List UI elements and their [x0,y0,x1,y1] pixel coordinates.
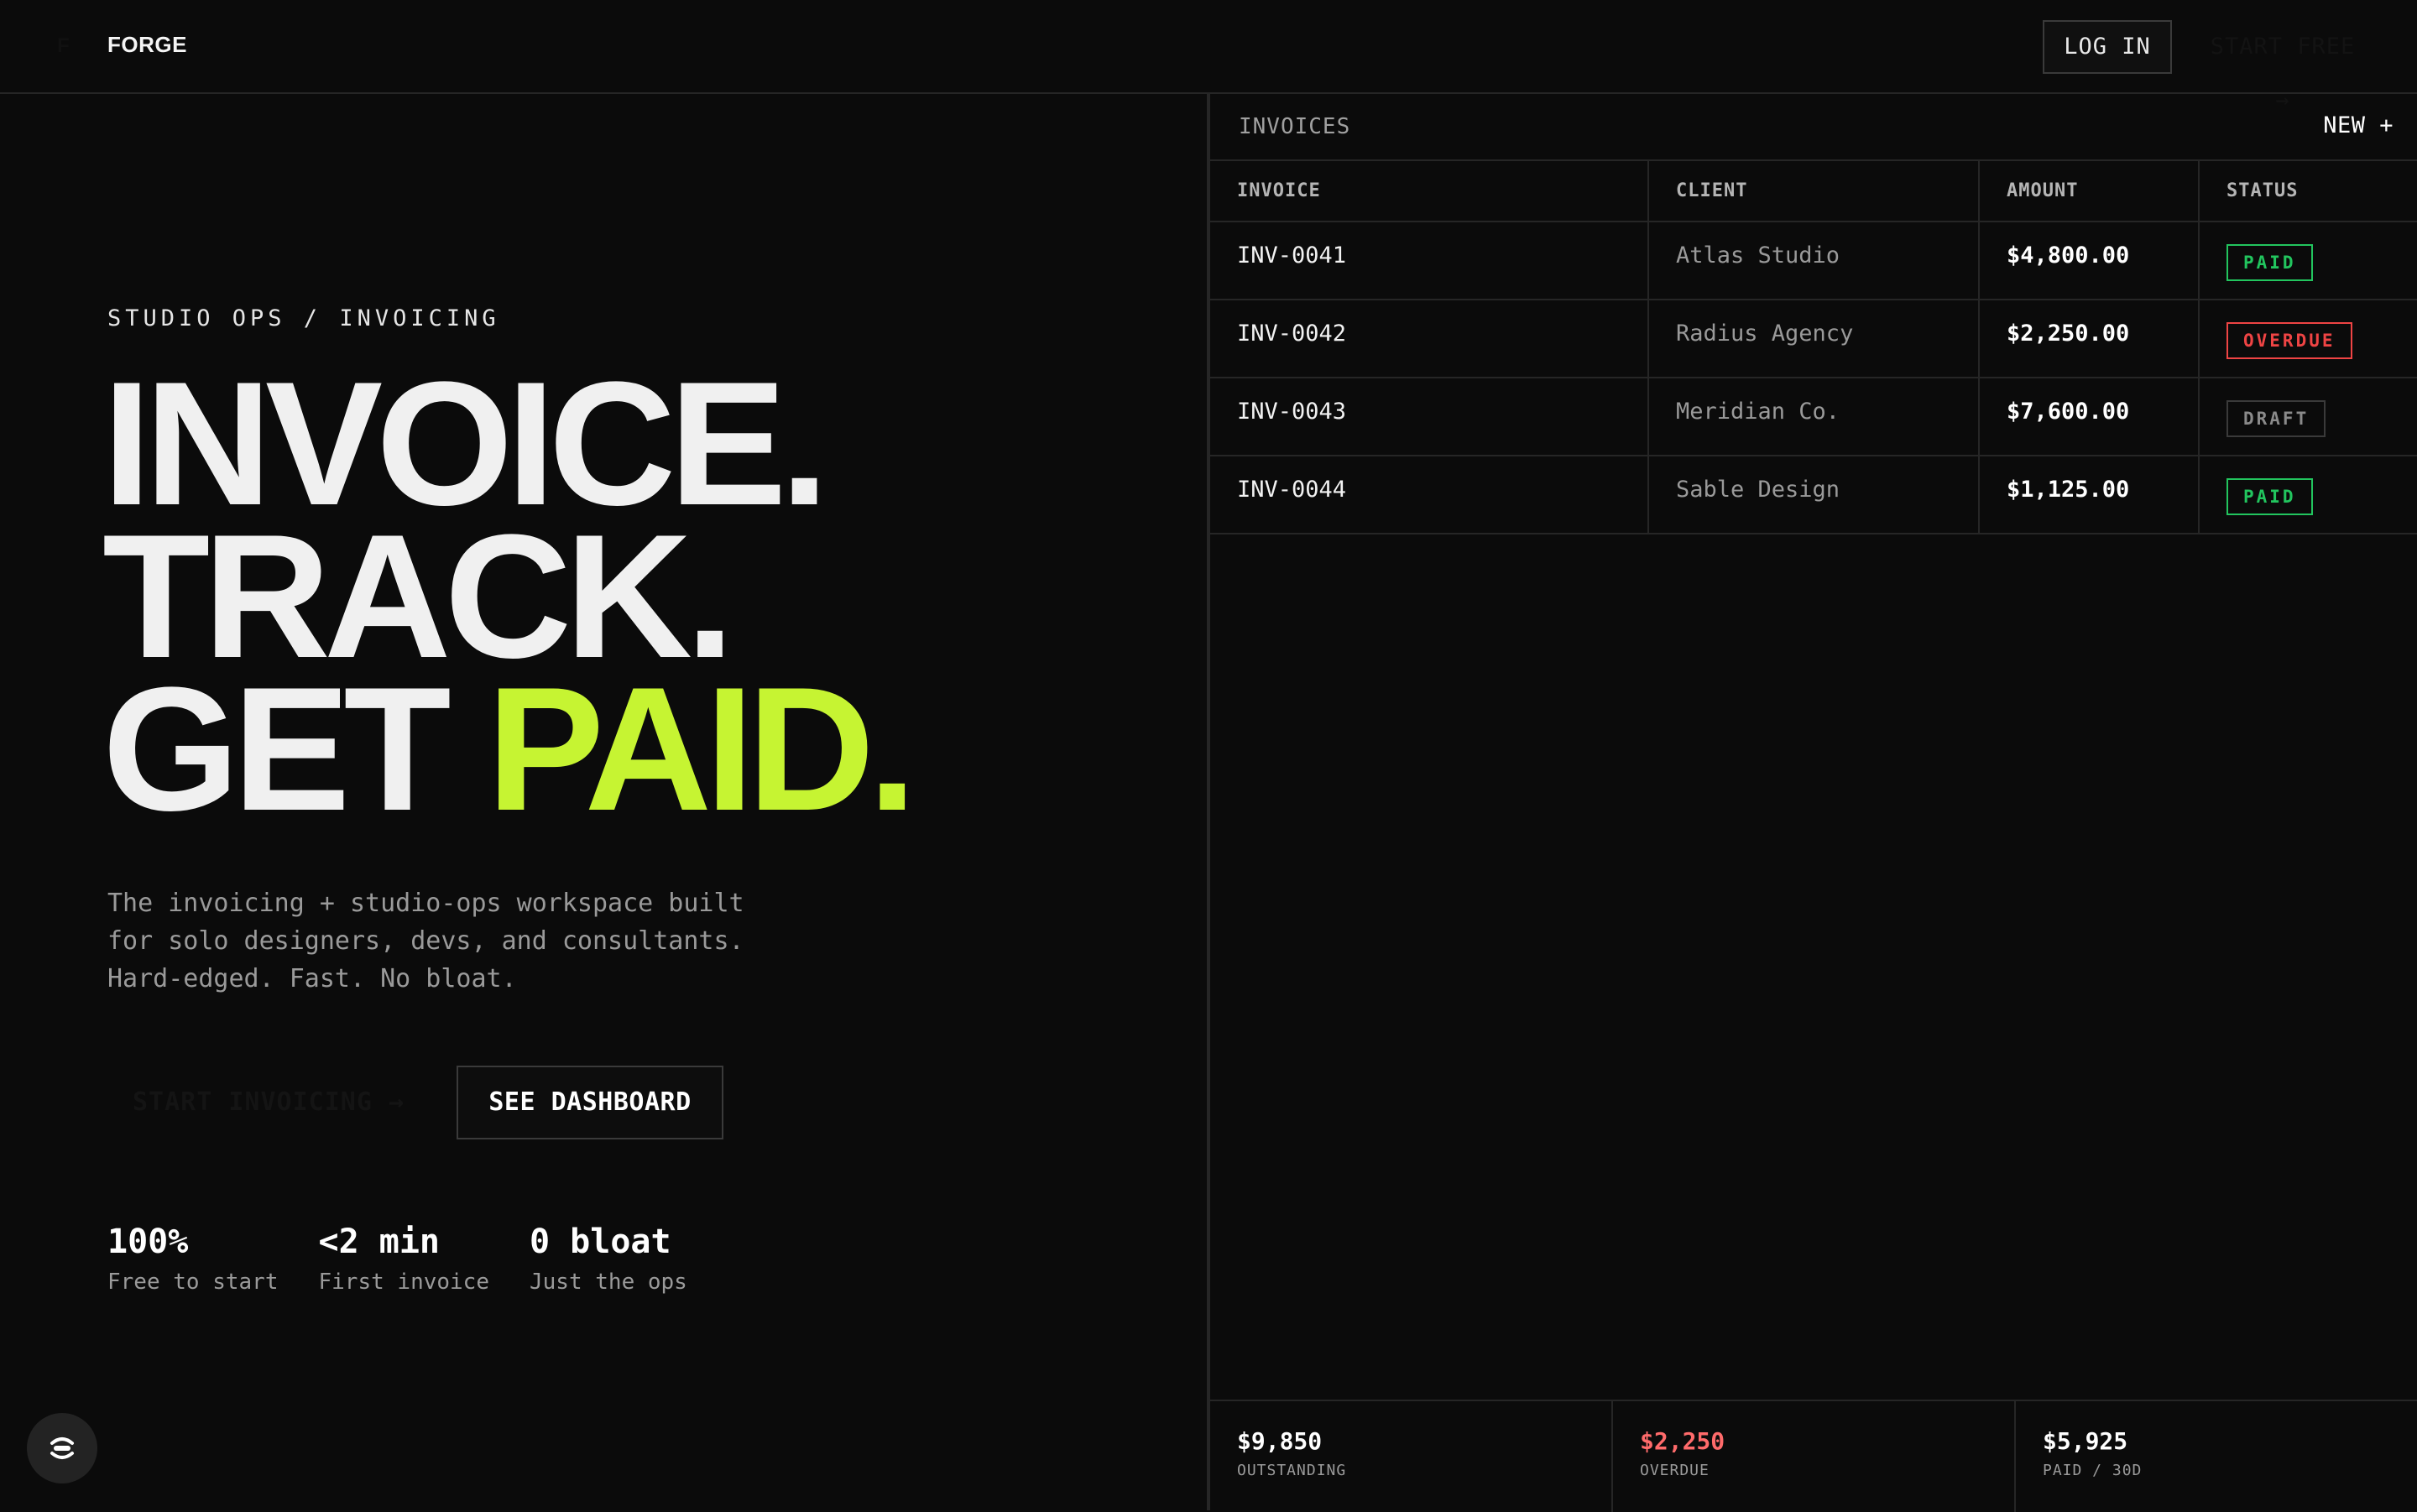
cell-invoice: INV-0042 [1210,300,1649,378]
stat-item: 100% Free to start [107,1222,279,1296]
summary-value: $2,250 [1640,1427,1725,1455]
login-button[interactable]: LOG IN [2043,20,2172,74]
stat-label: Free to start [107,1270,279,1295]
headline-accent: PAID. [487,650,916,847]
cell-invoice: INV-0043 [1210,378,1649,456]
cell-invoice: INV-0041 [1210,222,1649,300]
headline-line-3: GET PAID. [102,661,1109,837]
cell-amount: $1,125.00 [1979,456,2200,534]
hero-stats: 100% Free to start <2 min First invoice … [107,1222,728,1296]
stat-label: Just the ops [530,1270,687,1295]
cell-amount: $7,600.00 [1979,378,2200,456]
assistant-fab-button[interactable] [27,1413,97,1483]
cell-client: Atlas Studio [1648,222,1980,300]
stat-value: 100% [107,1223,189,1261]
forge-assistant-icon [50,1437,74,1459]
panel-header: INVOICES NEW + [1210,94,2417,161]
start-invoicing-button[interactable]: START INVOICING → [107,1066,430,1139]
summary-value: $5,925 [2043,1427,2128,1455]
site-header: F FORGE LOG IN START FREE → [0,0,2417,113]
table-row[interactable]: INV-0044 Sable Design $1,125.00 PAID [1210,456,2417,534]
cell-status: PAID [2199,222,2417,300]
logo-text[interactable]: FORGE [107,32,187,58]
logo-mark[interactable]: F [57,34,76,59]
table-header-row: INVOICE CLIENT AMOUNT STATUS [1210,161,2417,222]
summary-outstanding: $9,850 OUTSTANDING [1210,1401,1613,1512]
status-badge: DRAFT [2226,400,2326,437]
cell-amount: $2,250.00 [1979,300,2200,378]
cell-client: Meridian Co. [1648,378,1980,456]
cell-status: OVERDUE [2199,300,2417,378]
cell-client: Sable Design [1648,456,1980,534]
status-badge: OVERDUE [2226,322,2352,359]
hero-eyebrow: STUDIO OPS / INVOICING [107,305,500,331]
cell-status: DRAFT [2199,378,2417,456]
hero-subcopy: The invoicing + studio-ops workspace bui… [107,889,744,993]
column-header-status[interactable]: STATUS [2199,161,2417,222]
summary-label: PAID / 30D [2043,1462,2143,1479]
status-badge: PAID [2226,244,2313,281]
summary-value: $9,850 [1237,1427,1323,1455]
cell-client: Radius Agency [1648,300,1980,378]
cell-amount: $4,800.00 [1979,222,2200,300]
summary-paid-30d: $5,925 PAID / 30D [2016,1401,2417,1512]
stat-item: <2 min First invoice [319,1222,490,1296]
table-row[interactable]: INV-0041 Atlas Studio $4,800.00 PAID [1210,222,2417,300]
see-dashboard-button[interactable]: SEE DASHBOARD [457,1066,723,1139]
table-row[interactable]: INV-0042 Radius Agency $2,250.00 OVERDUE [1210,300,2417,378]
invoices-table: INVOICE CLIENT AMOUNT STATUS INV-0041 At… [1210,161,2417,534]
invoices-panel: INVOICES NEW + INVOICE CLIENT AMOUNT STA… [1207,94,2417,1512]
invoice-summary: $9,850 OUTSTANDING $2,250 OVERDUE $5,925… [1210,1400,2417,1512]
summary-overdue: $2,250 OVERDUE [1613,1401,2016,1512]
new-invoice-button[interactable]: NEW + [2323,112,2394,138]
cell-invoice: INV-0044 [1210,456,1649,534]
start-free-button[interactable]: START FREE → [2206,20,2360,113]
stat-value: <2 min [318,1223,441,1261]
table-row[interactable]: INV-0043 Meridian Co. $7,600.00 DRAFT [1210,378,2417,456]
panel-title: INVOICES [1239,114,1351,139]
summary-label: OUTSTANDING [1237,1462,1347,1479]
stat-label: First invoice [318,1270,490,1295]
hero-headline: INVOICE. TRACK. GET PAID. [102,356,1109,837]
column-header-invoice[interactable]: INVOICE [1210,161,1649,222]
headline-line-3-prefix: GET [102,650,488,847]
stat-value: 0 bloat [530,1223,671,1261]
status-badge: PAID [2226,478,2313,515]
stat-item: 0 bloat Just the ops [530,1222,687,1296]
column-header-amount[interactable]: AMOUNT [1979,161,2200,222]
summary-label: OVERDUE [1640,1462,1710,1479]
column-header-client[interactable]: CLIENT [1648,161,1980,222]
cell-status: PAID [2199,456,2417,534]
